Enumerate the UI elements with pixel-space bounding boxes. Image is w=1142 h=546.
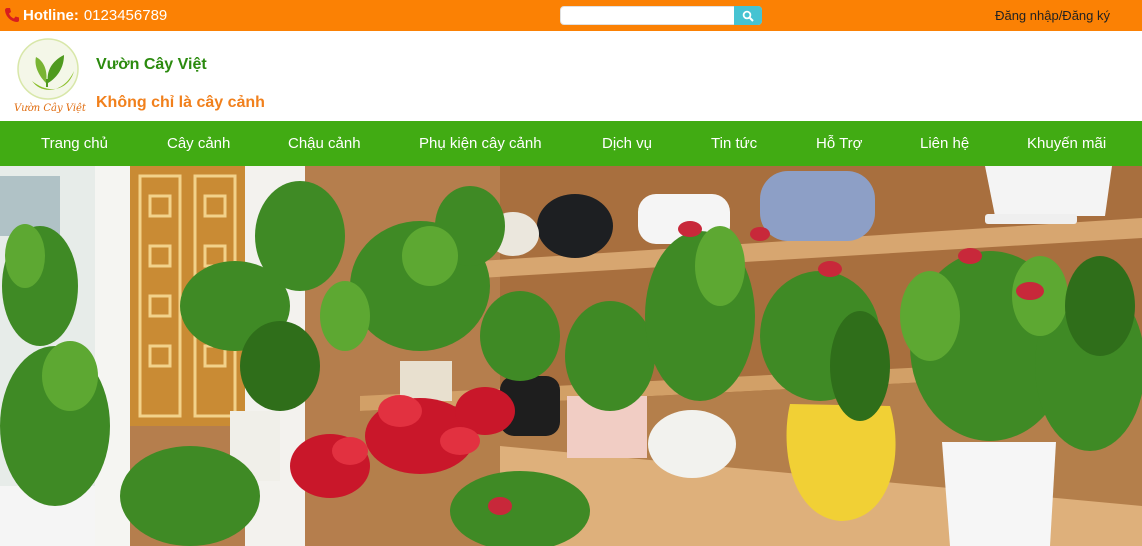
site-logo[interactable]: Vườn Cây Việt xyxy=(12,35,88,115)
brand-header: Vườn Cây Việt Vườn Cây Việt Không chỉ là… xyxy=(0,31,1142,121)
nav-item-phu-kien[interactable]: Phụ kiện cây cảnh xyxy=(419,135,542,152)
brand-name: Vườn Cây Việt xyxy=(96,56,207,73)
nav-item-chau-canh[interactable]: Chậu cảnh xyxy=(288,135,361,152)
search-input[interactable] xyxy=(565,8,733,23)
brand-tagline: Không chỉ là cây cảnh xyxy=(96,94,265,111)
search-icon xyxy=(742,10,754,22)
hotline-label: Hotline: xyxy=(23,6,79,24)
search-box xyxy=(560,6,762,25)
hotline-number[interactable]: 0123456789 xyxy=(84,7,167,24)
search-button[interactable] xyxy=(734,6,762,25)
nav-item-cay-canh[interactable]: Cây cảnh xyxy=(167,135,230,152)
plant-shelf-photo xyxy=(0,166,1142,546)
nav-item-tin-tuc[interactable]: Tin tức xyxy=(711,135,757,152)
svg-text:Vườn Cây Việt: Vườn Cây Việt xyxy=(14,103,87,114)
nav-item-trang-chu[interactable]: Trang chủ xyxy=(41,135,108,152)
hotline[interactable]: Hotline: 0123456789 xyxy=(4,6,167,24)
hero-banner xyxy=(0,166,1142,546)
logo-image: Vườn Cây Việt xyxy=(14,38,87,114)
nav-item-dich-vu[interactable]: Dịch vụ xyxy=(602,135,652,152)
login-register-link[interactable]: Đăng nhập/Đăng ký xyxy=(995,8,1110,23)
top-bar: Hotline: 0123456789 Đăng nhập/Đăng ký xyxy=(0,0,1142,31)
phone-icon xyxy=(5,8,19,22)
nav-item-lien-he[interactable]: Liên hệ xyxy=(920,135,969,152)
nav-item-ho-tro[interactable]: Hỗ Trợ xyxy=(816,135,863,152)
nav-item-khuyen-mai[interactable]: Khuyến mãi xyxy=(1027,135,1106,152)
main-nav: Trang chủ Cây cảnh Chậu cảnh Phụ kiện câ… xyxy=(0,121,1142,166)
